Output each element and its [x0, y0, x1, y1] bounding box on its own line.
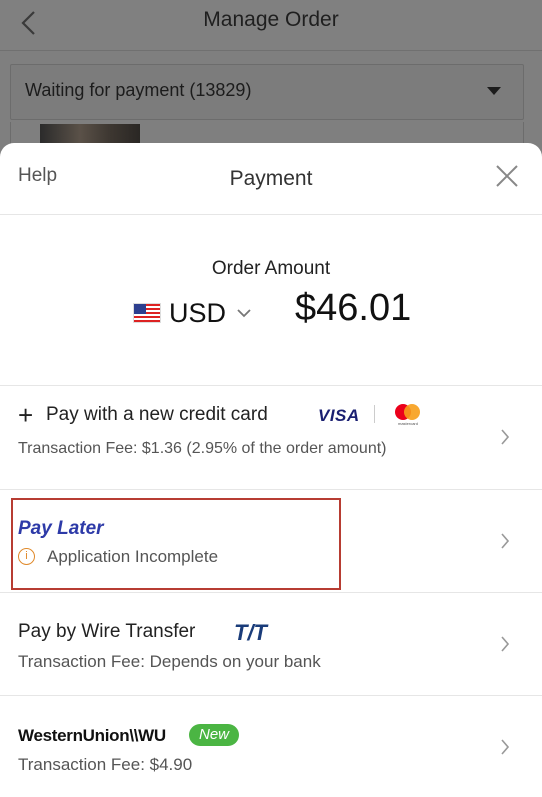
western-union-option[interactable]: WesternUnion\\WU New Transaction Fee: $4…: [0, 696, 542, 797]
status-filter-dropdown[interactable]: Waiting for payment (13829): [10, 64, 524, 120]
logo-divider: [374, 405, 375, 423]
chevron-right-icon: [501, 739, 510, 755]
western-union-logo: WesternUnion\\WU: [18, 726, 166, 745]
credit-card-title: Pay with a new credit card: [46, 404, 268, 425]
background-header: Manage Order: [0, 0, 542, 51]
tt-logo: T/T: [234, 620, 267, 645]
wire-transfer-option[interactable]: Pay by Wire Transfer T/T Transaction Fee…: [0, 593, 542, 696]
western-union-fee: Transaction Fee: $4.90: [18, 755, 193, 774]
chevron-right-icon: [501, 636, 510, 652]
order-amount-value: $46.01: [295, 287, 412, 329]
chevron-down-icon: [237, 309, 251, 318]
us-flag-icon: [133, 303, 161, 323]
currency-selector[interactable]: USD: [133, 295, 252, 331]
order-amount-label: Order Amount: [211, 258, 331, 279]
info-icon: i: [18, 548, 35, 565]
credit-card-option[interactable]: + Pay with a new credit card VISA master…: [0, 386, 542, 490]
wire-transfer-fee: Transaction Fee: Depends on your bank: [18, 652, 321, 671]
sheet-title: Payment: [229, 167, 313, 190]
chevron-right-icon: [501, 429, 510, 445]
chevron-right-icon: [501, 533, 510, 549]
caret-down-icon: [487, 87, 501, 95]
pay-later-title: Pay Later: [18, 518, 104, 539]
order-amount-section: Order Amount USD $46.01: [0, 215, 542, 386]
mastercard-logo: mastercard: [394, 404, 422, 426]
sheet-header: Help Payment: [0, 143, 542, 215]
highlight-box: [11, 498, 341, 590]
payment-sheet: Help Payment Order Amount USD $46.01 + P…: [0, 143, 542, 797]
currency-code: USD: [169, 297, 227, 328]
wire-transfer-title: Pay by Wire Transfer: [18, 621, 196, 642]
pay-later-option[interactable]: Pay Later i Application Incomplete: [0, 490, 542, 593]
close-icon[interactable]: [494, 163, 520, 189]
status-filter-label: Waiting for payment (13829): [25, 80, 252, 100]
plus-icon: +: [18, 400, 34, 430]
visa-logo: VISA: [318, 406, 360, 425]
new-badge: New: [189, 724, 240, 746]
background-title: Manage Order: [203, 8, 339, 31]
pay-later-status: Application Incomplete: [47, 547, 219, 566]
credit-card-fee: Transaction Fee: $1.36 (2.95% of the ord…: [18, 440, 387, 457]
